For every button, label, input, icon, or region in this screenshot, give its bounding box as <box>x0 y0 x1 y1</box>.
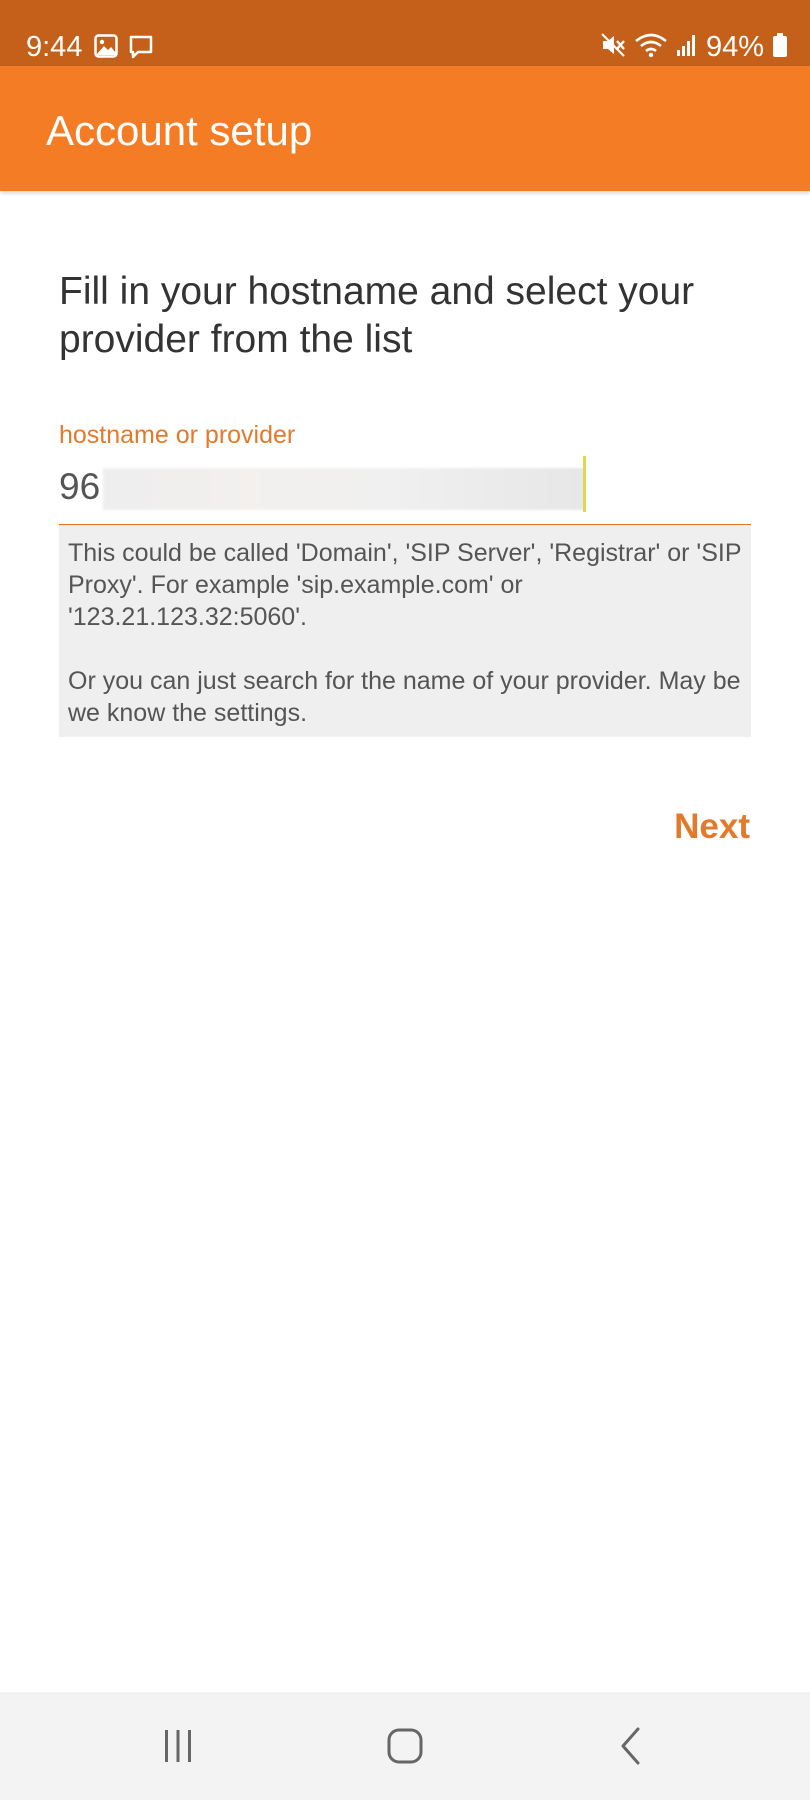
navigation-bar <box>0 1692 810 1800</box>
page-title: Account setup <box>46 107 313 154</box>
instruction-headline: Fill in your hostname and select your pr… <box>59 270 695 361</box>
battery-icon <box>772 32 788 63</box>
home-icon[interactable] <box>375 1718 435 1774</box>
image-icon <box>94 34 118 65</box>
status-right: 94% <box>600 30 788 64</box>
mute-icon <box>600 32 626 63</box>
recent-apps-icon[interactable] <box>148 1718 208 1774</box>
back-icon[interactable] <box>602 1718 662 1774</box>
status-bar: 9:44 94% <box>0 0 810 66</box>
hostname-field-label: hostname or provider <box>59 421 296 449</box>
hostname-input-value: 96 <box>59 466 101 507</box>
text-cursor <box>583 456 586 512</box>
message-icon <box>128 34 154 65</box>
status-time: 9:44 <box>26 31 83 63</box>
hint-text: This could be called 'Domain', 'SIP Serv… <box>68 539 742 727</box>
battery-percentage: 94% <box>705 31 764 63</box>
signal-icon <box>676 33 698 62</box>
app-bar: Account setup <box>0 66 810 191</box>
screen: 9:44 94% Account setup Fill in your host… <box>0 0 810 1800</box>
redacted-text <box>103 468 585 510</box>
next-button[interactable]: Next <box>640 800 750 854</box>
wifi-icon <box>634 32 668 63</box>
hint-box: This could be called 'Domain', 'SIP Serv… <box>59 525 751 737</box>
status-notification-icons <box>94 34 154 65</box>
hostname-input[interactable]: 96 <box>59 454 751 526</box>
